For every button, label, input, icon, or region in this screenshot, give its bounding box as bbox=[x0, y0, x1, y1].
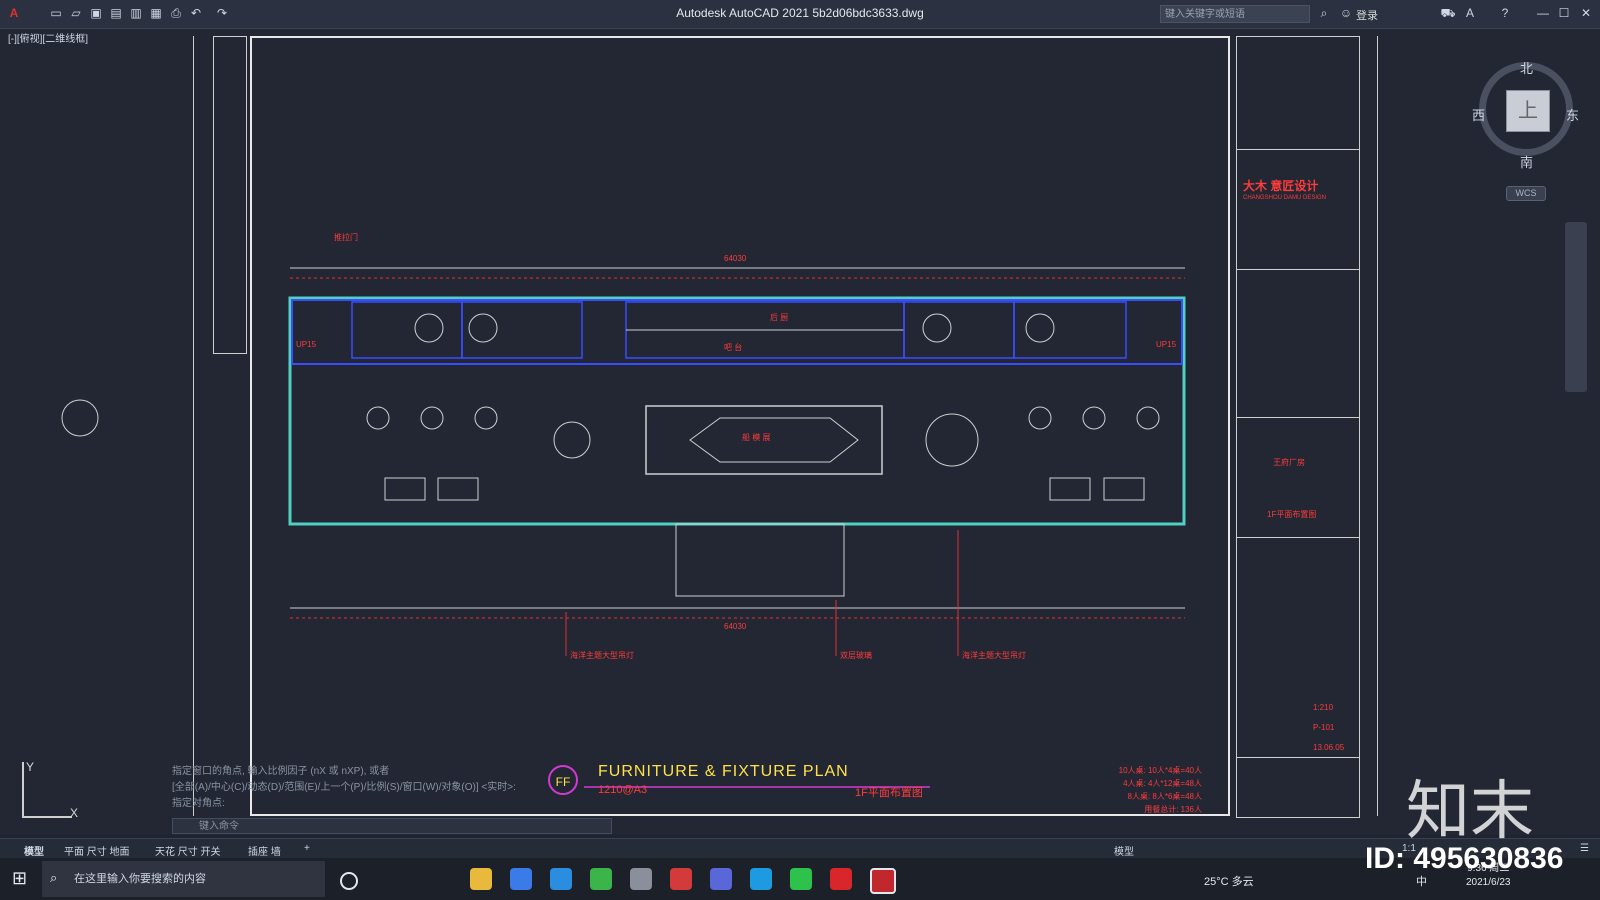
navigation-bar[interactable] bbox=[1565, 222, 1587, 392]
plan-scale: 1210@A3 bbox=[598, 784, 648, 796]
wcs-menu[interactable]: WCS bbox=[1506, 186, 1546, 201]
compass-west[interactable]: 西 bbox=[1472, 105, 1485, 124]
dimension-bottom: 64030 bbox=[724, 622, 747, 631]
autocad-taskbar-icon[interactable] bbox=[870, 868, 896, 894]
label-up-right: UP15 bbox=[1156, 340, 1177, 349]
seating-note: 10人桌: 10人*4桌=40人 bbox=[1118, 766, 1202, 775]
clock-date: 2021/6/23 bbox=[1466, 877, 1511, 888]
seating-notes: 10人桌: 10人*4桌=40人 4人桌: 4人*12桌=48人 8人桌: 8人… bbox=[1092, 764, 1202, 816]
wechat-icon[interactable] bbox=[790, 868, 812, 890]
dimension-top: 64030 bbox=[724, 254, 747, 263]
mail-icon[interactable] bbox=[550, 868, 572, 890]
command-history-line: [全部(A)/中心(C)/动态(D)/范围(E)/上一个(P)/比例(S)/窗口… bbox=[172, 782, 516, 793]
taskbar-search[interactable]: 在这里输入你要搜索的内容 bbox=[42, 861, 325, 897]
browser-icon[interactable] bbox=[590, 868, 612, 890]
store-icon[interactable] bbox=[510, 868, 532, 890]
viewcube-face[interactable]: 上 bbox=[1506, 90, 1550, 132]
weather-widget[interactable]: 25°C 多云 bbox=[1204, 873, 1254, 889]
cortana-icon[interactable] bbox=[340, 872, 358, 890]
tab-layout-1[interactable]: 平面 尺寸 地面 bbox=[64, 843, 130, 858]
command-history-line: 指定对角点: bbox=[172, 798, 225, 809]
label-up-left: UP15 bbox=[296, 340, 317, 349]
command-history-line: 指定窗口的角点, 输入比例因子 (nX 或 nXP), 或者 bbox=[172, 766, 390, 777]
seating-note: 用餐总计: 136人 bbox=[1144, 805, 1202, 814]
compass-north[interactable]: 北 bbox=[1520, 58, 1533, 77]
add-layout-button[interactable]: + bbox=[304, 843, 310, 854]
app-icon[interactable] bbox=[750, 868, 772, 890]
label-lamp-3: 海洋主题大型吊灯 bbox=[962, 651, 1026, 660]
ucs-y-label: Y bbox=[26, 760, 35, 774]
ucs-x-label: X bbox=[70, 806, 79, 820]
label-lamp-2: 双层玻璃 bbox=[840, 651, 872, 660]
plan-title: FURNITURE & FIXTURE PLAN bbox=[598, 763, 849, 780]
ucs-y-axis bbox=[22, 762, 24, 818]
compass-east[interactable]: 东 bbox=[1566, 105, 1579, 124]
watermark-logo: 知末 bbox=[1406, 775, 1534, 849]
label-lamp-1: 海洋主题大型吊灯 bbox=[570, 651, 634, 660]
customize-menu-icon[interactable]: ☰ bbox=[1580, 843, 1589, 854]
seating-note: 4人桌: 4人*12桌=48人 bbox=[1123, 779, 1202, 788]
wps-icon[interactable] bbox=[830, 868, 852, 890]
model-space-toggle[interactable]: 模型 bbox=[1114, 843, 1134, 858]
app-icon[interactable] bbox=[630, 868, 652, 890]
tab-model[interactable]: 模型 bbox=[24, 843, 44, 858]
watermark-id: ID: 495630836 bbox=[1365, 842, 1564, 875]
tab-layout-2[interactable]: 天花 尺寸 开关 bbox=[155, 843, 221, 858]
label-door: 推拉门 bbox=[334, 233, 358, 242]
label-kitchen: 后 厨 bbox=[770, 313, 789, 322]
command-input[interactable]: 键入命令 bbox=[172, 818, 612, 834]
label-bar: 吧 台 bbox=[724, 343, 743, 352]
app-icon[interactable] bbox=[710, 868, 732, 890]
command-history: 指定窗口的角点, 输入比例因子 (nX 或 nXP), 或者 [全部(A)/中心… bbox=[172, 764, 592, 812]
ucs-x-axis bbox=[22, 816, 72, 818]
search-icon: ⌕ bbox=[50, 870, 58, 885]
seating-note: 8人桌: 8人*6桌=48人 bbox=[1127, 792, 1202, 801]
file-explorer-icon[interactable] bbox=[470, 868, 492, 890]
label-ship: 船 模 展 bbox=[742, 433, 771, 442]
plan-subtitle: 1F平面布置图 bbox=[855, 787, 923, 799]
windows-start-icon[interactable]: ⊞ bbox=[12, 868, 27, 889]
status-bar: 模型 平面 尺寸 地面 天花 尺寸 开关 插座 墙 + 模型 1:1 ☰ bbox=[0, 838, 1600, 859]
app-icon[interactable] bbox=[670, 868, 692, 890]
tab-layout-3[interactable]: 插座 墙 bbox=[248, 843, 281, 858]
compass-south[interactable]: 南 bbox=[1520, 152, 1533, 171]
